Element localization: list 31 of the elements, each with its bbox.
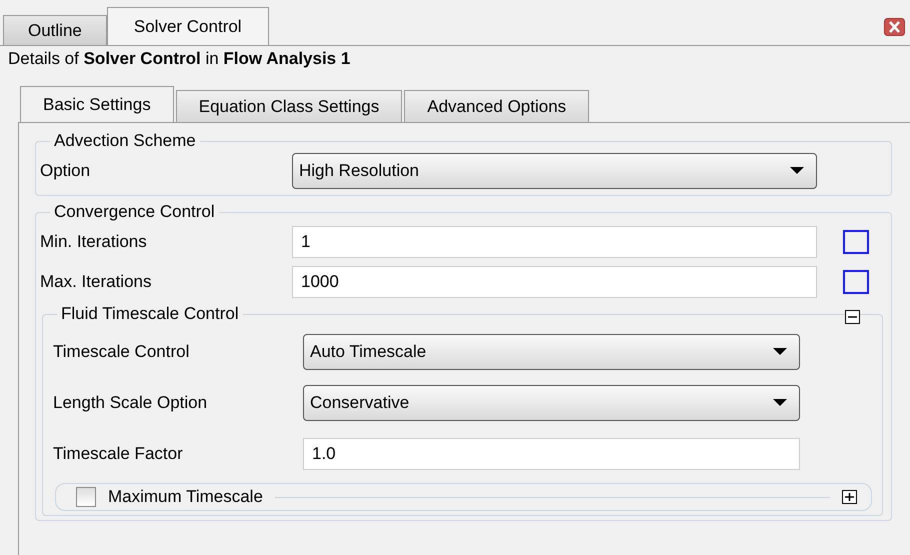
panel-tab[interactable]: Outline bbox=[3, 15, 107, 45]
field-label: Timescale Control bbox=[53, 342, 190, 362]
input-field[interactable]: 1 bbox=[292, 226, 817, 258]
field-label: Max. Iterations bbox=[40, 272, 152, 292]
caret-icon bbox=[790, 167, 804, 175]
input-field[interactable]: 1000 bbox=[292, 266, 817, 298]
close-icon[interactable] bbox=[884, 18, 905, 36]
group-title: Maximum Timescale bbox=[108, 487, 263, 507]
dropdown[interactable]: Conservative bbox=[303, 384, 800, 420]
group-title: Convergence Control bbox=[53, 202, 216, 222]
settings-tab[interactable]: Basic Settings bbox=[20, 86, 174, 122]
dropdown[interactable]: High Resolution bbox=[292, 153, 817, 189]
checkbox[interactable] bbox=[843, 270, 869, 294]
input-field[interactable]: 1.0 bbox=[303, 438, 800, 470]
expand-icon[interactable] bbox=[842, 490, 857, 504]
group-title: Advection Scheme bbox=[53, 131, 197, 151]
dropdown[interactable]: Auto Timescale bbox=[303, 334, 800, 370]
panel-tab[interactable]: Solver Control bbox=[106, 7, 269, 45]
details-heading: Details of Solver Control in Flow Analysis 1 bbox=[7, 48, 352, 70]
collapse-icon[interactable] bbox=[845, 310, 860, 324]
settings-tab[interactable]: Advanced Options bbox=[404, 90, 590, 122]
field-label: Option bbox=[40, 161, 92, 181]
settings-tab[interactable]: Equation Class Settings bbox=[176, 90, 402, 122]
checkbox[interactable] bbox=[76, 487, 96, 507]
field-label: Min. Iterations bbox=[40, 232, 148, 252]
field-label: Length Scale Option bbox=[53, 392, 208, 412]
checkbox[interactable] bbox=[843, 230, 869, 254]
caret-icon bbox=[773, 348, 787, 356]
field-label: Timescale Factor bbox=[53, 444, 184, 464]
caret-icon bbox=[773, 398, 787, 406]
group-title: Fluid Timescale Control bbox=[60, 304, 240, 324]
